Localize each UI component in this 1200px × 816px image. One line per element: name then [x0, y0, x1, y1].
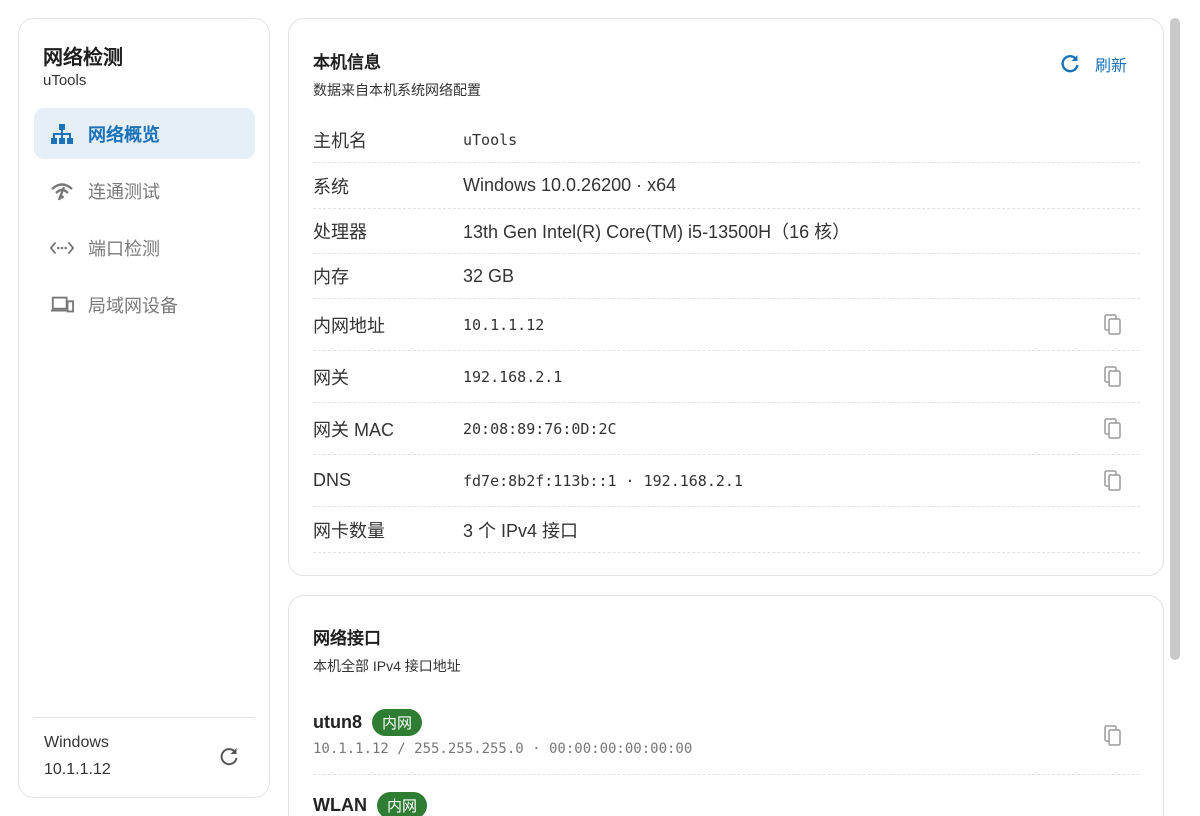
row-label: 内存: [313, 267, 349, 287]
card-title: 网络接口: [313, 629, 381, 648]
row-label: DNS: [313, 470, 352, 490]
card-subtitle: 本机全部 IPv4 接口地址: [313, 658, 461, 674]
refresh-icon: [1061, 54, 1079, 73]
os-label: Windows: [44, 734, 109, 751]
row-value: 10.1.1.12: [463, 315, 545, 334]
card-subtitle: 数据来自本机系统网络配置: [313, 82, 481, 98]
copy-icon[interactable]: [1104, 725, 1124, 747]
info-row-gateway-mac: 网关 MAC 20:08:89:76:0D:2C: [313, 403, 1140, 455]
info-row-hostname: 主机名 uTools: [313, 117, 1140, 163]
row-label: 内网地址: [313, 315, 385, 336]
sidebar-item-port-check[interactable]: 端口检测: [34, 222, 255, 273]
sidebar-item-lan-devices[interactable]: 局域网设备: [34, 279, 255, 330]
sidebar-item-label: 网络概览: [88, 124, 160, 145]
sidebar-item-label: 端口检测: [88, 238, 160, 259]
row-value: Windows 10.0.26200 · x64: [463, 175, 677, 195]
row-label: 系统: [313, 176, 349, 197]
card-title: 本机信息: [313, 53, 381, 72]
row-value: 13th Gen Intel(R) Core(TM) i5-13500H（16 …: [463, 222, 851, 242]
host-info-card: 本机信息 数据来自本机系统网络配置 刷新 主机名 uTools 系统 Windo…: [288, 18, 1164, 576]
sidebar-item-network-overview[interactable]: 网络概览: [34, 108, 255, 159]
row-label: 处理器: [313, 222, 367, 242]
info-row-nic-count: 网卡数量 3 个 IPv4 接口: [313, 507, 1140, 553]
interface-name-text: utun8: [313, 712, 362, 732]
info-row-dns: DNS fd7e:8b2f:113b::1 · 192.168.2.1: [313, 455, 1140, 507]
network-interfaces-card: 网络接口 本机全部 IPv4 接口地址 utun8 内网 10.1.1.12 /…: [288, 595, 1164, 816]
sidebar-item-connectivity-test[interactable]: 连通测试: [34, 165, 255, 216]
devices-icon: [50, 293, 74, 317]
interface-name: WLAN 内网: [313, 792, 427, 816]
interface-name-text: WLAN: [313, 795, 367, 815]
network-icon: [50, 122, 74, 146]
app-subtitle: uTools: [43, 72, 87, 89]
info-row-lan-ip: 内网地址 10.1.1.12: [313, 299, 1140, 351]
interface-detail: 10.1.1.12 / 255.255.255.0 · 00:00:00:00:…: [313, 741, 693, 757]
row-value: 32 GB: [463, 265, 515, 286]
interface-name: utun8 内网: [313, 709, 423, 736]
sidebar: 网络检测 uTools 网络概览 连通测试 端口检测 局域网设备 Windows…: [18, 18, 270, 798]
refresh-button[interactable]: 刷新: [1059, 52, 1127, 76]
row-label: 网关: [313, 367, 349, 388]
row-value: 192.168.2.1: [463, 367, 563, 386]
sidebar-nav: 网络概览 连通测试 端口检测 局域网设备: [34, 108, 255, 336]
info-row-cpu: 处理器 13th Gen Intel(R) Core(TM) i5-13500H…: [313, 209, 1140, 254]
copy-icon[interactable]: [1104, 365, 1124, 388]
app-title: 网络检测: [43, 47, 123, 69]
interface-item: WLAN 内网: [313, 792, 1140, 816]
signal-icon: [50, 179, 74, 203]
copy-icon[interactable]: [1104, 313, 1124, 336]
sidebar-footer: Windows 10.1.1.12: [34, 717, 254, 797]
port-icon: [50, 236, 74, 260]
scrollbar[interactable]: [1170, 18, 1180, 660]
row-label: 网关 MAC: [313, 419, 394, 440]
copy-icon[interactable]: [1104, 469, 1124, 492]
row-value: 20:08:89:76:0D:2C: [463, 419, 617, 438]
status-badge: 内网: [376, 792, 427, 816]
info-row-gateway: 网关 192.168.2.1: [313, 351, 1140, 403]
copy-icon[interactable]: [1104, 417, 1124, 440]
host-info-table: 主机名 uTools 系统 Windows 10.0.26200 · x64 处…: [313, 117, 1140, 553]
row-label: 网卡数量: [313, 520, 385, 541]
sidebar-item-label: 连通测试: [88, 181, 160, 202]
info-row-os: 系统 Windows 10.0.26200 · x64: [313, 163, 1140, 209]
main-content: 本机信息 数据来自本机系统网络配置 刷新 主机名 uTools 系统 Windo…: [288, 18, 1164, 816]
sidebar-item-label: 局域网设备: [88, 295, 178, 316]
refresh-label: 刷新: [1094, 58, 1127, 75]
interface-item: utun8 内网 10.1.1.12 / 255.255.255.0 · 00:…: [313, 709, 1140, 775]
row-label: 主机名: [313, 130, 367, 151]
row-value: 3 个 IPv4 接口: [463, 520, 579, 541]
info-row-memory: 内存 32 GB: [313, 254, 1140, 299]
status-badge: 内网: [372, 709, 423, 736]
refresh-icon[interactable]: [218, 746, 240, 768]
row-value: uTools: [463, 130, 518, 149]
local-ip-label: 10.1.1.12: [44, 761, 111, 778]
row-value: fd7e:8b2f:113b::1 · 192.168.2.1: [463, 471, 743, 490]
